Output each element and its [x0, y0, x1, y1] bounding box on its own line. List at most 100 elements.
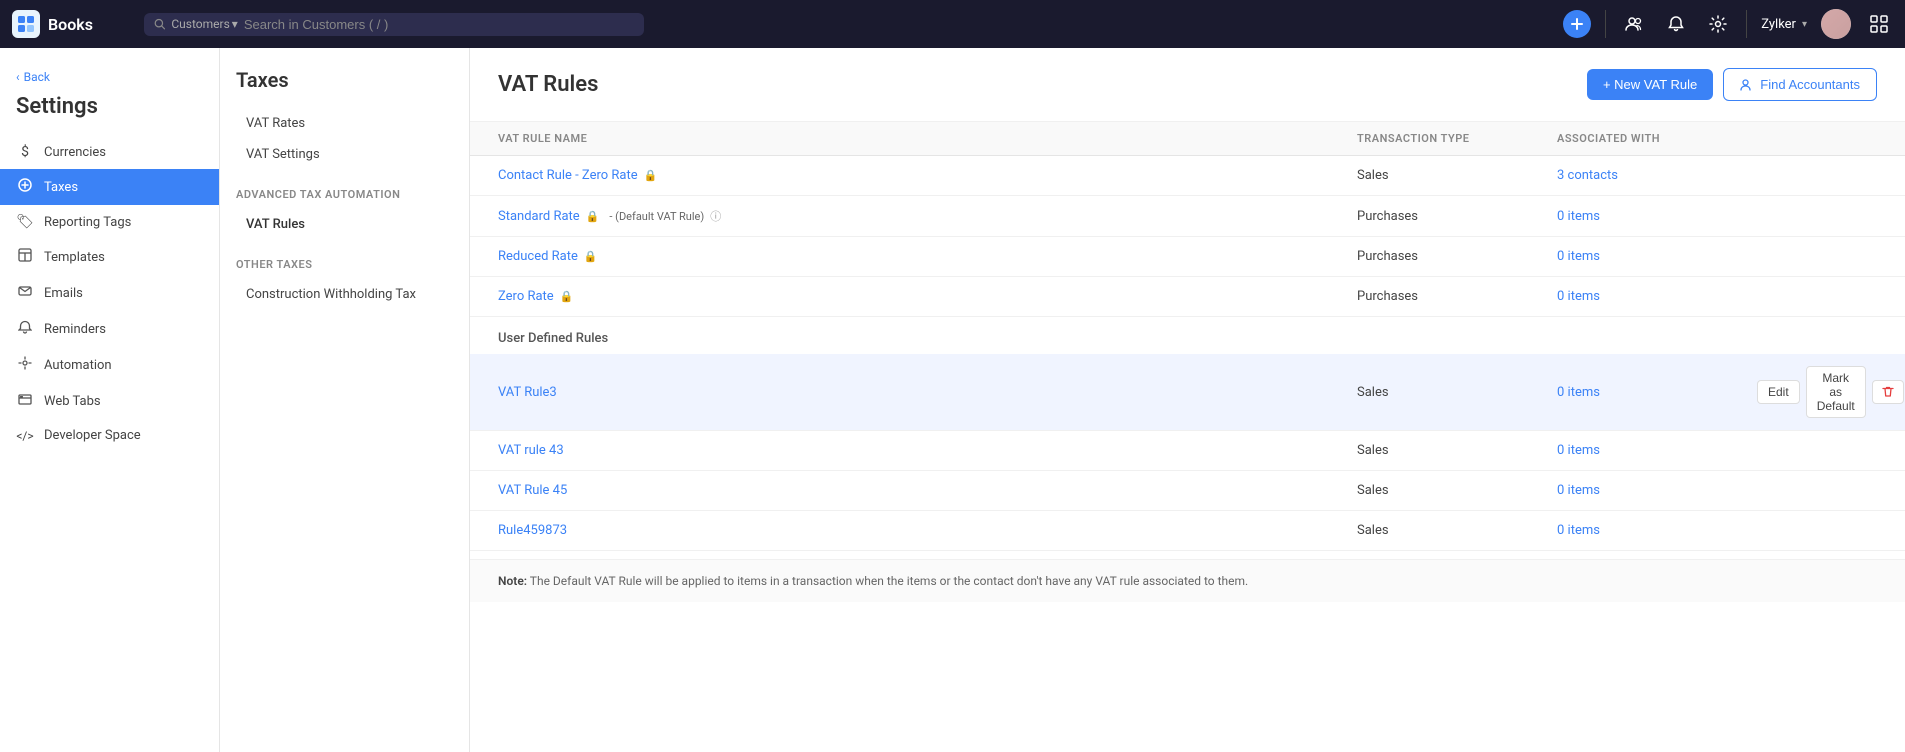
- code-icon: </>: [16, 429, 34, 443]
- nav-divider-2: [1746, 10, 1747, 38]
- user-avatar[interactable]: [1821, 9, 1851, 39]
- lock-icon: 🔒: [586, 210, 600, 223]
- nav-item-construction-withholding-tax[interactable]: Construction Withholding Tax: [236, 279, 453, 310]
- top-nav: Books Customers ▾: [0, 0, 1905, 48]
- settings-sidebar: ‹ Back Settings $ Currencies Taxes 🏷 Rep…: [0, 48, 220, 752]
- nav-divider: [1605, 10, 1606, 38]
- bell-icon[interactable]: [1662, 10, 1690, 38]
- items-link[interactable]: 0 items: [1557, 209, 1600, 224]
- accountant-icon: [1740, 78, 1754, 92]
- vat-rule-name-vat-rule-45[interactable]: VAT Rule 45: [498, 483, 1357, 498]
- new-vat-rule-button[interactable]: + New VAT Rule: [1587, 69, 1713, 100]
- table-row: Rule459873 Sales 0 items: [470, 511, 1905, 551]
- vat-rule-name-standard-rate[interactable]: Standard Rate 🔒 - (Default VAT Rule) ⓘ: [498, 208, 1357, 224]
- logo-icon: [12, 10, 40, 38]
- vat-rule-name-vat-rule-43[interactable]: VAT rule 43: [498, 443, 1357, 458]
- find-accountants-button[interactable]: Find Accountants: [1723, 68, 1877, 101]
- lock-icon: 🔒: [644, 169, 658, 182]
- user-menu[interactable]: Zylker ▾: [1761, 17, 1807, 32]
- contacts-link[interactable]: 3 contacts: [1557, 168, 1618, 183]
- col-actions: [1757, 132, 1877, 145]
- automation-icon: [16, 356, 34, 374]
- app-logo: Books: [12, 10, 132, 38]
- associated-with-cell: 0 items: [1557, 483, 1757, 498]
- email-icon: [16, 284, 34, 302]
- sidebar-item-developer-space[interactable]: </> Developer Space: [0, 419, 219, 452]
- note-label: Note:: [498, 574, 527, 588]
- sidebar-item-web-tabs[interactable]: Web Tabs: [0, 383, 219, 419]
- table-row: Zero Rate 🔒 Purchases 0 items: [470, 277, 1905, 317]
- associated-with-cell: 3 contacts: [1557, 168, 1757, 183]
- table-row: Standard Rate 🔒 - (Default VAT Rule) ⓘ P…: [470, 196, 1905, 237]
- table-header: VAT RULE NAME TRANSACTION TYPE ASSOCIATE…: [470, 122, 1905, 156]
- topnav-right: Zylker ▾: [1563, 9, 1893, 39]
- add-button[interactable]: [1563, 10, 1591, 38]
- transaction-type-cell: Purchases: [1357, 209, 1557, 224]
- associated-with-cell: 0 items: [1557, 443, 1757, 458]
- page-title: VAT Rules: [498, 72, 598, 97]
- info-icon[interactable]: ⓘ: [710, 208, 721, 224]
- items-link[interactable]: 0 items: [1557, 523, 1600, 538]
- vat-rule-name-rule459873[interactable]: Rule459873: [498, 523, 1357, 538]
- row-actions-cell: Edit Mark as Default: [1757, 366, 1877, 418]
- nav-item-vat-rules[interactable]: VAT Rules: [236, 209, 453, 240]
- note-content: The Default VAT Rule will be applied to …: [530, 574, 1248, 588]
- transaction-type-cell: Sales: [1357, 385, 1557, 400]
- transaction-type-cell: Purchases: [1357, 289, 1557, 304]
- nav-item-vat-rates[interactable]: VAT Rates: [236, 108, 453, 139]
- search-bar[interactable]: Customers ▾: [144, 13, 644, 36]
- row-actions: Edit Mark as Default: [1757, 366, 1877, 418]
- web-tabs-icon: [16, 392, 34, 410]
- settings-icon[interactable]: [1704, 10, 1732, 38]
- mark-as-default-button[interactable]: Mark as Default: [1806, 366, 1866, 418]
- contacts-icon[interactable]: [1620, 10, 1648, 38]
- search-input[interactable]: [244, 17, 634, 32]
- vat-rule-name-contact-rule-zero-rate[interactable]: Contact Rule - Zero Rate 🔒: [498, 168, 1357, 183]
- sidebar-item-taxes[interactable]: Taxes: [0, 169, 219, 205]
- vat-rule-name-vat-rule3[interactable]: VAT Rule3: [498, 385, 1357, 400]
- sidebar-item-automation[interactable]: Automation: [0, 347, 219, 383]
- col-rule-name: VAT RULE NAME: [498, 132, 1357, 145]
- items-link[interactable]: 0 items: [1557, 385, 1600, 400]
- trash-icon: [1881, 385, 1895, 399]
- lock-icon: 🔒: [584, 250, 598, 263]
- associated-with-cell: 0 items: [1557, 523, 1757, 538]
- tag-icon: 🏷: [16, 214, 34, 230]
- dollar-icon: $: [16, 144, 34, 160]
- taxes-icon: [16, 178, 34, 196]
- vat-rules-content: VAT Rules + New VAT Rule Find Accountant…: [470, 48, 1905, 752]
- items-link[interactable]: 0 items: [1557, 289, 1600, 304]
- sidebar-item-reminders[interactable]: Reminders: [0, 311, 219, 347]
- associated-with-cell: 0 items: [1557, 385, 1757, 400]
- vat-rule-name-reduced-rate[interactable]: Reduced Rate 🔒: [498, 249, 1357, 264]
- sidebar-item-templates[interactable]: Templates: [0, 239, 219, 275]
- transaction-type-cell: Sales: [1357, 443, 1557, 458]
- col-transaction-type: TRANSACTION TYPE: [1357, 132, 1557, 145]
- delete-button[interactable]: [1872, 380, 1904, 404]
- search-filter-dropdown[interactable]: Customers ▾: [171, 17, 237, 31]
- items-link[interactable]: 0 items: [1557, 249, 1600, 264]
- col-associated-with: ASSOCIATED WITH: [1557, 132, 1757, 145]
- edit-button[interactable]: Edit: [1757, 380, 1800, 404]
- advanced-tax-section-label: ADVANCED TAX AUTOMATION: [236, 188, 453, 201]
- nav-item-vat-settings[interactable]: VAT Settings: [236, 139, 453, 170]
- sidebar-title: Settings: [0, 94, 219, 135]
- associated-with-cell: 0 items: [1557, 209, 1757, 224]
- sidebar-item-reporting-tags[interactable]: 🏷 Reporting Tags: [0, 205, 219, 239]
- table-row: VAT Rule 45 Sales 0 items: [470, 471, 1905, 511]
- sidebar-item-emails[interactable]: Emails: [0, 275, 219, 311]
- items-link[interactable]: 0 items: [1557, 443, 1600, 458]
- apps-grid-icon[interactable]: [1865, 10, 1893, 38]
- note-bar: Note: The Default VAT Rule will be appli…: [470, 559, 1905, 602]
- transaction-type-cell: Purchases: [1357, 249, 1557, 264]
- associated-with-cell: 0 items: [1557, 289, 1757, 304]
- user-defined-section-label: User Defined Rules: [470, 317, 1905, 354]
- default-badge: - (Default VAT Rule): [609, 210, 704, 223]
- sidebar-item-currencies[interactable]: $ Currencies: [0, 135, 219, 169]
- items-link[interactable]: 0 items: [1557, 483, 1600, 498]
- vat-rule-name-zero-rate[interactable]: Zero Rate 🔒: [498, 289, 1357, 304]
- header-actions: + New VAT Rule Find Accountants: [1587, 68, 1877, 101]
- back-button[interactable]: ‹ Back: [0, 64, 219, 94]
- mid-panel-title: Taxes: [236, 68, 453, 92]
- transaction-type-cell: Sales: [1357, 523, 1557, 538]
